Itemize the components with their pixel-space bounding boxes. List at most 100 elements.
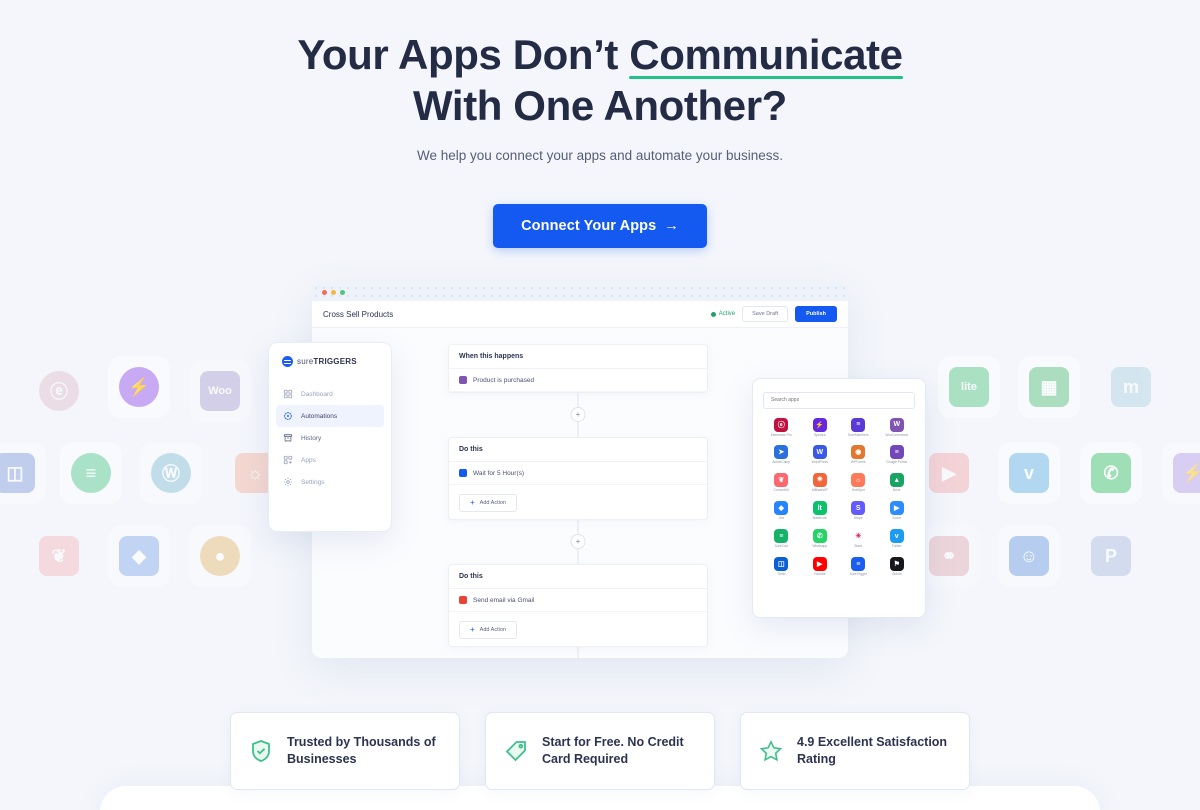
flow-card-step[interactable]: Wait for 5 Hour(s) xyxy=(449,462,707,485)
sidebar-item-dashboard[interactable]: Dashboard xyxy=(276,383,384,405)
add-action-label: Add Action xyxy=(479,500,506,506)
save-draft-button[interactable]: Save Draft xyxy=(742,306,789,322)
app-cell[interactable]: ◆ Jira xyxy=(763,501,800,521)
page-title: Your Apps Don’t Communicate With One Ano… xyxy=(0,0,1200,131)
wordpress-icon: Ⓦ xyxy=(140,442,202,504)
app-cell[interactable]: ▲ Drive xyxy=(879,473,916,493)
hero-subheading: We help you connect your apps and automa… xyxy=(417,148,783,163)
twitter-icon: ᴠ xyxy=(889,529,904,544)
trust-card: 4.9 Excellent Satisfaction Rating xyxy=(740,712,970,790)
jira-icon: ◆ xyxy=(774,501,789,516)
app-label: Trello xyxy=(777,572,786,577)
app-cell[interactable]: ▶ Youtube xyxy=(802,557,839,577)
search-input[interactable] xyxy=(763,391,915,409)
flow-card-heading: When this happens xyxy=(449,345,707,369)
app-cell[interactable]: ❦ ConvertKit xyxy=(763,473,800,493)
workflow-title: Cross Sell Products xyxy=(323,309,394,319)
jira-icon: ◆ xyxy=(108,525,170,587)
app-cell[interactable]: ▶ Zoom xyxy=(879,501,916,521)
trello-icon-glyph: ◫ xyxy=(0,453,35,493)
sidebar-item-label: Dashboard xyxy=(301,390,333,398)
add-action-label: Add Action xyxy=(479,627,506,633)
convertkit-icon: ❦ xyxy=(28,525,90,587)
app-label: Stripe xyxy=(853,516,863,521)
suretriggers-logo: sureTRIGGERS xyxy=(269,356,391,367)
app-cell[interactable]: ≡ SureTrigger xyxy=(840,557,877,577)
google-forms-icon: ≡ xyxy=(889,445,904,460)
flow-card-heading: Do this xyxy=(449,438,707,462)
app-label: Spectra xyxy=(814,432,826,437)
trello-icon: ◫ xyxy=(0,442,46,504)
app-cell[interactable]: ⚑ Github xyxy=(879,557,916,577)
spectra-icon-glyph: ⚡ xyxy=(119,367,159,407)
app-cell[interactable]: W WordPress xyxy=(802,445,839,465)
sidebar-item-label: Apps xyxy=(301,456,316,464)
app-sidebar: sureTRIGGERS Dashboard Automations History… xyxy=(268,342,392,532)
app-cell[interactable]: ⎈ AffiliateWP xyxy=(802,473,839,493)
mailerlite-icon-glyph: lite xyxy=(949,367,989,407)
flow-card[interactable]: Do this Send email via Gmail + Add Action xyxy=(448,564,708,647)
woocommerce-icon: Woo xyxy=(189,360,251,422)
woocommerce-icon: W xyxy=(889,417,904,432)
window-minimize-dot[interactable] xyxy=(331,290,336,295)
app-label: Github xyxy=(891,572,902,577)
app-label: Elementor Pro xyxy=(770,432,792,437)
suretriggers-icon: ≡ xyxy=(851,557,866,572)
zoom-icon: ▶ xyxy=(889,501,904,516)
app-cell[interactable]: ✆ Whatsapp xyxy=(802,529,839,549)
add-step-button[interactable]: + xyxy=(570,407,586,422)
google-sheets-icon-glyph: ▦ xyxy=(1029,367,1069,407)
sidebar-item-settings[interactable]: Settings xyxy=(276,471,384,493)
flow-card[interactable]: When this happens Product is purchased xyxy=(448,344,708,393)
connect-your-apps-button[interactable]: Connect Your Apps → xyxy=(493,204,707,248)
webhooks-icon-glyph: ⚭ xyxy=(929,536,969,576)
wpforms-icon: ◉ xyxy=(851,445,866,460)
hubspot-icon: ☼ xyxy=(851,473,866,488)
publish-button[interactable]: Publish xyxy=(795,306,837,322)
app-label: MailerLite xyxy=(812,516,827,521)
add-step-button[interactable]: + xyxy=(570,534,586,549)
grid-icon xyxy=(283,389,293,399)
app-cell[interactable]: ➤ ActiveCamp xyxy=(763,445,800,465)
workflow-toolbar: Cross Sell Products Active Save Draft Pu… xyxy=(312,301,848,328)
app-cell[interactable]: ≡ SureCart xyxy=(763,529,800,549)
twitter-icon-glyph: ᴠ xyxy=(1009,453,1049,493)
suretriggers-logo-icon xyxy=(282,356,293,367)
app-cell[interactable]: S Stripe xyxy=(840,501,877,521)
add-action-button[interactable]: + Add Action xyxy=(459,494,517,512)
app-cell[interactable]: ☼ HubSpot xyxy=(840,473,877,493)
app-label: ActiveCamp xyxy=(772,460,791,465)
app-cell[interactable]: ᴠ Twitter xyxy=(879,529,916,549)
window-maximize-dot[interactable] xyxy=(340,290,345,295)
app-cell[interactable]: ⚡ Spectra xyxy=(802,417,839,438)
flow-card[interactable]: Do this Wait for 5 Hour(s) + Add Action xyxy=(448,437,708,520)
surecart-icon: ≡ xyxy=(60,442,122,504)
app-cell[interactable]: ✳ Slack xyxy=(840,529,877,549)
webhooks-icon: ⚭ xyxy=(918,525,980,587)
app-cell[interactable]: ◫ Trello xyxy=(763,557,800,577)
window-close-dot[interactable] xyxy=(322,290,327,295)
archive-icon xyxy=(283,433,293,443)
add-action-button[interactable]: + Add Action xyxy=(459,621,517,639)
cta-wrapper: Connect Your Apps → xyxy=(0,204,1200,248)
flow-connector: + xyxy=(448,520,708,564)
sidebar-item-automations[interactable]: Automations xyxy=(276,405,384,427)
flow-card-step[interactable]: Send email via Gmail xyxy=(449,589,707,612)
app-cell[interactable]: lt MailerLite xyxy=(802,501,839,521)
sidebar-item-apps[interactable]: Apps xyxy=(276,449,384,471)
app-cell[interactable]: ≡ Google Forms xyxy=(879,445,916,465)
sidebar-item-label: Settings xyxy=(301,478,325,486)
google-drive-icon: ▲ xyxy=(889,473,904,488)
sidebar-item-label: Automations xyxy=(301,412,338,420)
hero-section: Your Apps Don’t Communicate With One Ano… xyxy=(0,0,1200,248)
app-cell[interactable]: ◉ WPForms xyxy=(840,445,877,465)
app-cell[interactable]: ⓔ Elementor Pro xyxy=(763,417,800,438)
convertkit-icon-glyph: ❦ xyxy=(39,536,79,576)
sidebar-item-history[interactable]: History xyxy=(276,427,384,449)
app-cell[interactable]: ≡ SureMembers xyxy=(840,417,877,438)
sidebar-item-label: History xyxy=(301,434,322,442)
app-cell[interactable]: W WooCommerce xyxy=(879,417,916,438)
headline-part-1: Your Apps Don’t xyxy=(297,31,630,78)
github-icon: ⚑ xyxy=(889,557,904,572)
flow-card-step[interactable]: Product is purchased xyxy=(449,369,707,392)
